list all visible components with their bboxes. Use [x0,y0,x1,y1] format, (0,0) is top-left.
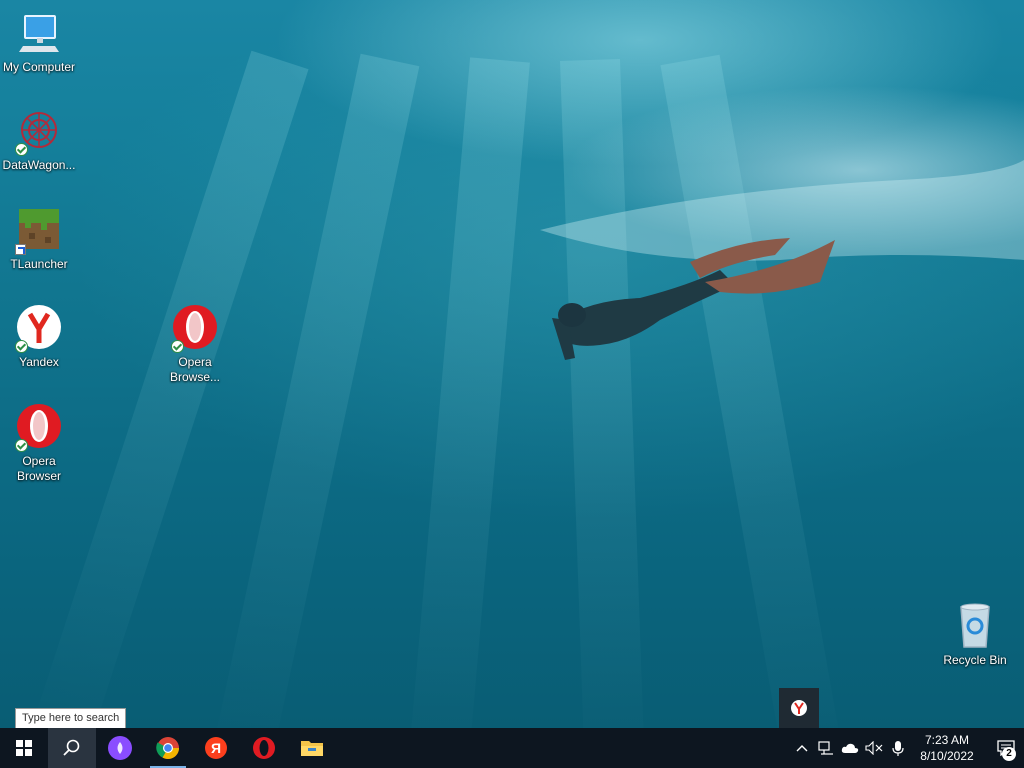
desktop-icon-label: TLauncher [10,257,68,271]
sync-check-icon [15,439,28,452]
system-tray: 7:23 AM 8/10/2022 2 [790,728,1024,768]
microphone-button[interactable] [886,728,910,768]
chrome-icon [156,737,179,759]
shortcut-arrow-icon [15,244,26,255]
network-icon [818,741,833,755]
datawagon-icon [15,108,63,156]
search-button[interactable] [48,728,96,768]
volume-muted-icon [865,741,883,755]
file-explorer-icon [301,741,323,756]
opera-icon [15,404,63,452]
onedrive-button[interactable] [838,728,862,768]
chrome-taskbar-button[interactable] [144,728,192,768]
network-button[interactable] [814,728,838,768]
start-button[interactable] [0,728,48,768]
alice-button[interactable] [96,728,144,768]
cloud-icon [841,743,859,753]
show-hidden-icons-button[interactable] [790,728,814,768]
recycle-bin-icon [951,603,999,651]
clock[interactable]: 7:23 AM 8/10/2022 [914,732,980,764]
desktop-icon-label: DataWagon... [2,158,76,172]
volume-button[interactable] [862,728,886,768]
desktop-icon-datawagon[interactable]: DataWagon... [1,108,77,173]
alice-icon [108,736,132,760]
file-explorer-taskbar-button[interactable] [288,728,336,768]
computer-icon [15,10,63,58]
desktop-icon-yandex[interactable]: Yandex [1,305,77,370]
svg-text:Я: Я [211,740,221,756]
yandex-floating-button[interactable] [779,688,819,728]
desktop-icon-label: My Computer [2,60,76,74]
sync-check-icon [15,340,28,353]
opera-icon [253,737,275,759]
yandex-browser-icon [15,305,63,353]
chevron-up-icon [796,745,808,752]
desktop-icon-label: Yandex [19,355,59,369]
desktop-icon-my-computer[interactable]: My Computer [1,10,77,75]
desktop-icon-opera-browser[interactable]: Opera Browser [1,404,77,484]
desktop-background: My Computer DataWagon... TLauncher Yande… [0,0,1024,728]
search-tooltip: Type here to search [15,708,127,729]
action-center-button[interactable]: 2 [988,728,1024,768]
desktop-icon-label: Opera Browse... [169,355,220,384]
diver-silhouette [540,160,1024,360]
tlauncher-icon [15,207,63,255]
taskbar: Я 7:23 AM 8/10/2022 2 [0,728,1024,768]
desktop-icon-recycle-bin[interactable]: Recycle Bin [937,603,1013,668]
desktop-icon-label: Recycle Bin [943,653,1007,667]
opera-icon [171,305,219,353]
search-icon [63,739,80,756]
clock-time: 7:23 AM [924,733,970,747]
opera-taskbar-button[interactable] [240,728,288,768]
sync-check-icon [171,340,184,353]
microphone-icon [892,741,904,756]
desktop-icon-label: Opera Browser [16,454,61,483]
yandex-taskbar-button[interactable]: Я [192,728,240,768]
sync-check-icon [15,143,28,156]
desktop-icon-tlauncher[interactable]: TLauncher [1,207,77,272]
notification-count-badge: 2 [1002,747,1016,761]
yandex-icon: Я [205,737,227,759]
desktop-icon-opera-browse-2[interactable]: Opera Browse... [157,305,233,385]
yandex-browser-icon [791,700,807,716]
clock-date: 8/10/2022 [920,749,974,763]
windows-logo-icon [16,740,32,756]
